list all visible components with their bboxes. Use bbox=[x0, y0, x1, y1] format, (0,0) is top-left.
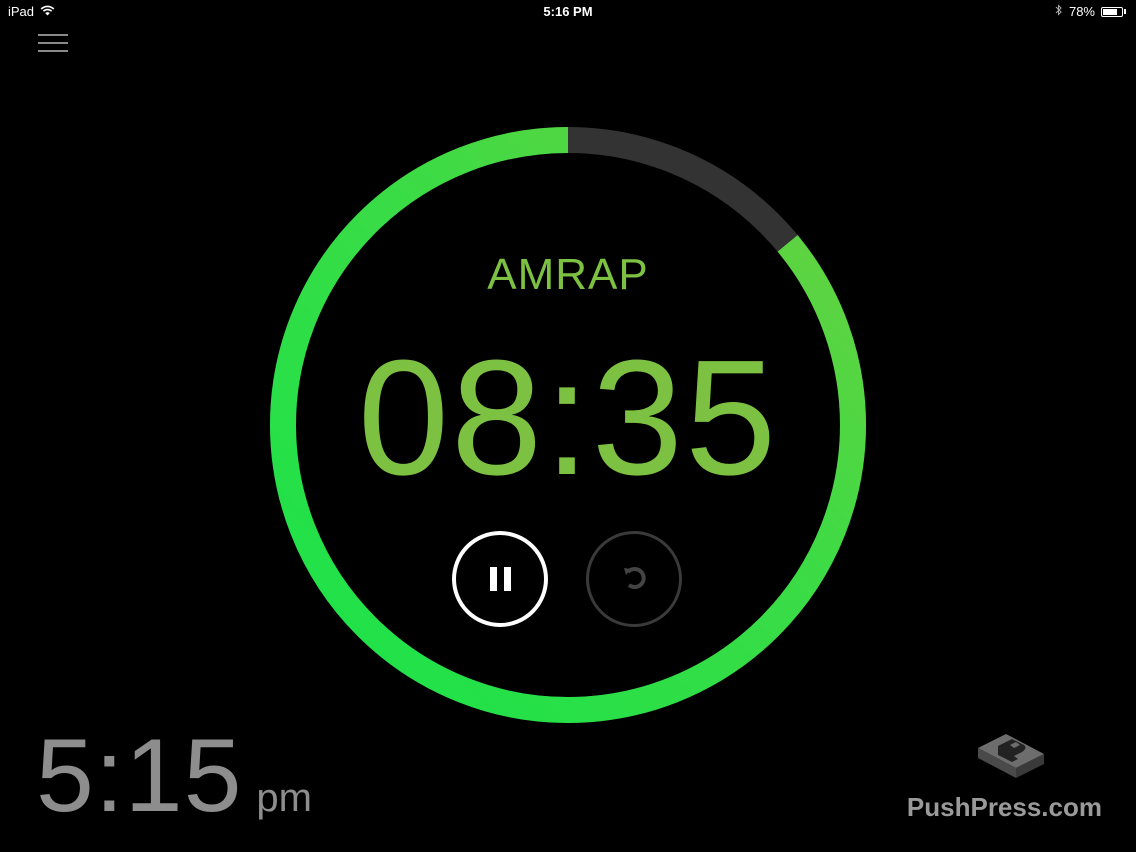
battery-percent: 78% bbox=[1068, 4, 1095, 19]
battery-tip bbox=[1124, 9, 1126, 14]
reset-button[interactable] bbox=[586, 531, 682, 627]
battery-fill bbox=[1103, 8, 1117, 15]
menu-icon-bar bbox=[38, 42, 68, 44]
menu-icon-bar bbox=[38, 50, 68, 52]
reset-icon bbox=[616, 559, 652, 600]
clock-time: 5:15 bbox=[36, 718, 243, 834]
pause-button[interactable] bbox=[452, 531, 548, 627]
clock-ampm: pm bbox=[256, 776, 312, 820]
menu-icon-bar bbox=[38, 34, 68, 36]
menu-button[interactable] bbox=[38, 34, 68, 56]
pushpress-logo-icon bbox=[972, 726, 1052, 787]
timer-screen: iPad 5:16 PM 78% AMRAP 08:35 5:15 pm Pus… bbox=[0, 0, 1136, 852]
status-bar: iPad 5:16 PM 78% bbox=[0, 0, 1136, 24]
status-right: 78% bbox=[1055, 4, 1126, 19]
timer-countdown: 08:35 bbox=[357, 326, 779, 509]
wall-clock: 5:15 pm bbox=[36, 724, 312, 828]
brand-name: PushPress.com bbox=[906, 792, 1102, 822]
battery-icon bbox=[1101, 6, 1123, 17]
bluetooth-icon bbox=[1055, 4, 1063, 19]
pause-icon bbox=[489, 567, 511, 591]
status-time: 5:16 PM bbox=[543, 4, 593, 19]
timer-mode-label: AMRAP bbox=[487, 250, 649, 299]
